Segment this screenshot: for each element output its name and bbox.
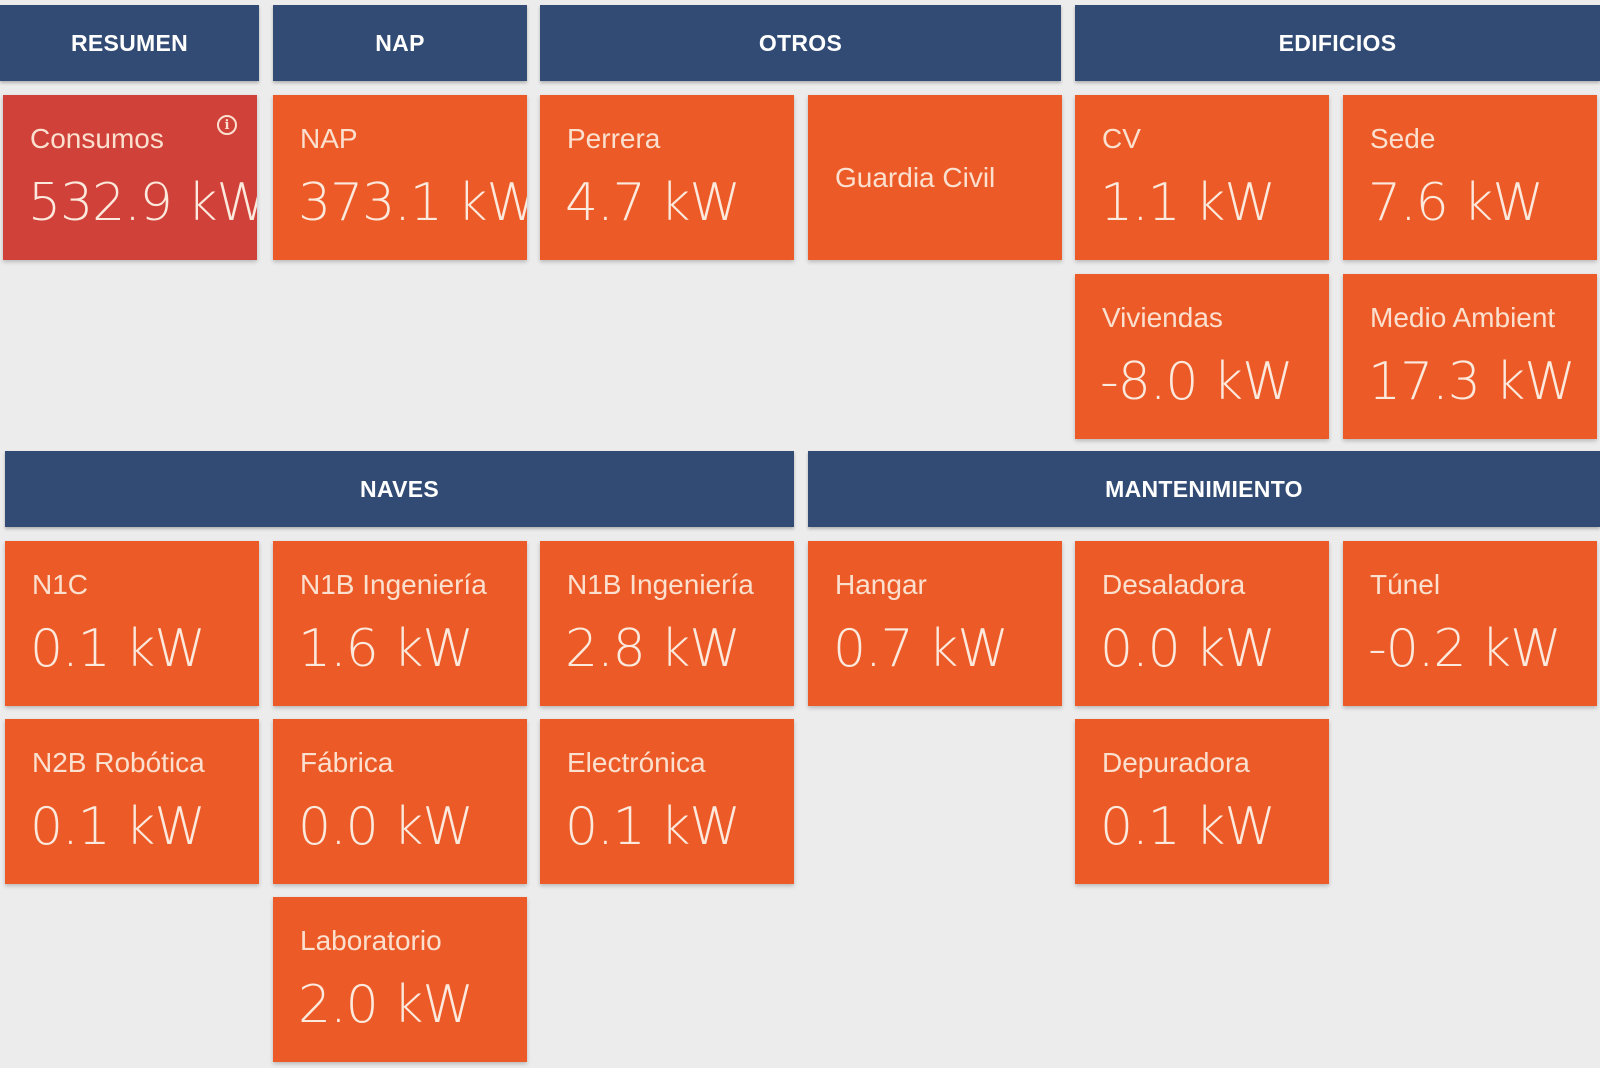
- tile-label: Viviendas: [1102, 302, 1223, 333]
- tile-value: -0.2 kW: [1368, 619, 1562, 679]
- section-header-edificios: EDIFICIOS: [1075, 5, 1600, 81]
- tile-label: Guardia Civil: [835, 161, 996, 193]
- tile-label: N2B Robótica: [32, 747, 205, 778]
- tile-value: 4.7 kW: [565, 173, 741, 233]
- tile-label: N1C: [32, 569, 89, 600]
- section-header-otros: OTROS: [540, 5, 1061, 81]
- section-header-naves: NAVES: [5, 451, 794, 527]
- tile-value: 2.0 kW: [298, 975, 474, 1035]
- tile-label: Túnel: [1370, 569, 1441, 600]
- tile-value: 17.3 kW: [1368, 352, 1576, 412]
- tile-electronica[interactable]: Electrónica 0.1 kW: [540, 719, 794, 884]
- tile-n1b-ingenieria-1[interactable]: N1B Ingeniería 1.6 kW: [273, 541, 527, 706]
- tile-value: 1.1 kW: [1100, 173, 1276, 233]
- tile-label: N1B Ingeniería: [567, 569, 754, 600]
- tile-nap[interactable]: NAP 373.1 kW: [273, 95, 527, 260]
- section-header-mantenimiento: MANTENIMIENTO: [808, 451, 1600, 527]
- tile-label: Medio Ambient: [1370, 302, 1556, 333]
- tile-perrera[interactable]: Perrera 4.7 kW: [540, 95, 794, 260]
- tile-label: N1B Ingeniería: [300, 569, 487, 600]
- tile-label: Hangar: [835, 569, 927, 600]
- tile-value: 0.1 kW: [30, 619, 206, 679]
- tile-label: Depuradora: [1102, 747, 1250, 778]
- tile-label: Consumos: [30, 123, 164, 154]
- tile-value: 2.8 kW: [565, 619, 741, 679]
- tile-label: Sede: [1370, 123, 1436, 154]
- tile-value: 0.0 kW: [1100, 619, 1276, 679]
- tile-value: 0.1 kW: [30, 797, 206, 857]
- tile-value: 0.1 kW: [1100, 797, 1276, 857]
- tile-label: Laboratorio: [300, 925, 442, 956]
- tile-sede[interactable]: Sede 7.6 kW: [1343, 95, 1597, 260]
- tile-tunel[interactable]: Túnel -0.2 kW: [1343, 541, 1597, 706]
- section-header-resumen: RESUMEN: [0, 5, 259, 81]
- tile-label: Desaladora: [1102, 569, 1246, 600]
- tile-guardia-civil[interactable]: Guardia Civil: [808, 95, 1062, 260]
- tile-label: NAP: [300, 123, 358, 154]
- tile-desaladora[interactable]: Desaladora 0.0 kW: [1075, 541, 1329, 706]
- tile-value: 0.0 kW: [298, 797, 474, 857]
- tile-medio-ambiente[interactable]: Medio Ambient 17.3 kW: [1343, 274, 1597, 439]
- tile-depuradora[interactable]: Depuradora 0.1 kW: [1075, 719, 1329, 884]
- section-header-nap: NAP: [273, 5, 527, 81]
- tile-value: 7.6 kW: [1368, 173, 1544, 233]
- tile-value: 0.7 kW: [833, 619, 1009, 679]
- tile-laboratorio[interactable]: Laboratorio 2.0 kW: [273, 897, 527, 1062]
- tile-value: 1.6 kW: [298, 619, 474, 679]
- info-icon[interactable]: i: [217, 115, 237, 135]
- tile-value: 532.9 kW: [28, 173, 257, 233]
- tile-n1c[interactable]: N1C 0.1 kW: [5, 541, 259, 706]
- tile-value: 0.1 kW: [565, 797, 741, 857]
- tile-label: Electrónica: [567, 747, 706, 778]
- tile-n1b-ingenieria-2[interactable]: N1B Ingeniería 2.8 kW: [540, 541, 794, 706]
- tile-fabrica[interactable]: Fábrica 0.0 kW: [273, 719, 527, 884]
- tile-value: 373.1 kW: [298, 173, 527, 233]
- tile-label: CV: [1102, 123, 1141, 154]
- tile-label: Fábrica: [300, 747, 394, 778]
- tile-viviendas[interactable]: Viviendas -8.0 kW: [1075, 274, 1329, 439]
- tile-hangar[interactable]: Hangar 0.7 kW: [808, 541, 1062, 706]
- tile-label: Perrera: [567, 123, 661, 154]
- tile-consumos[interactable]: Consumos i 532.9 kW: [3, 95, 257, 260]
- tile-cv[interactable]: CV 1.1 kW: [1075, 95, 1329, 260]
- tile-value: -8.0 kW: [1100, 352, 1294, 412]
- tile-n2b-robotica[interactable]: N2B Robótica 0.1 kW: [5, 719, 259, 884]
